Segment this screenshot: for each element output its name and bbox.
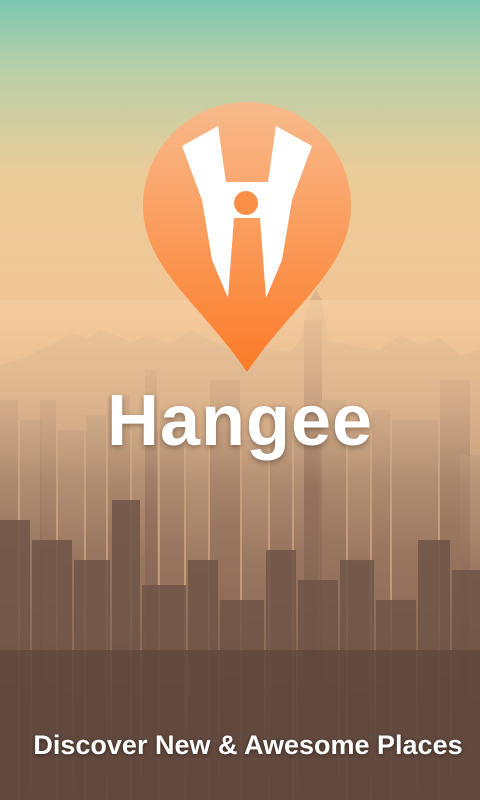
map-pin-h-icon <box>143 102 351 372</box>
tagline: Discover New & Awesome Places <box>33 730 463 760</box>
app-name: Hangee <box>106 381 374 461</box>
